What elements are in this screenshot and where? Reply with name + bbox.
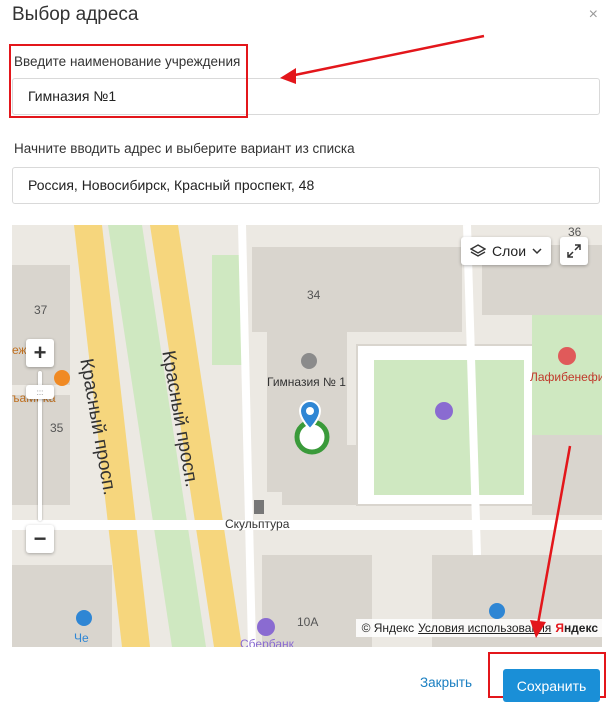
layers-icon (469, 244, 486, 257)
map[interactable]: Красный просп. Красный просп. 34 37 35 1… (12, 225, 602, 647)
expand-icon (567, 244, 581, 258)
address-input[interactable]: Россия, Новосибирск, Красный проспект, 4… (12, 167, 600, 204)
institution-label: Введите наименование учреждения (14, 54, 241, 69)
poi-cafe-label[interactable]: Лафибенефи (530, 370, 602, 384)
hospital-icon[interactable] (558, 347, 576, 365)
shopping-bag-icon[interactable] (489, 603, 505, 619)
shopping-bag-icon[interactable] (76, 610, 92, 626)
building-number: 35 (50, 421, 64, 435)
close-button[interactable]: Закрыть (420, 675, 472, 690)
layers-button[interactable]: Слои (461, 237, 551, 265)
building-number: 37 (34, 303, 48, 317)
poi-sberbank-label[interactable]: Сбербанк (240, 637, 294, 647)
zoom-slider-handle[interactable]: ::: (26, 385, 54, 399)
building-number: 34 (307, 288, 321, 302)
dialog-title: Выбор адреса (12, 4, 139, 25)
institution-input[interactable]: Гимназия №1 (12, 78, 600, 115)
poi-sculpture-label[interactable]: Скульптура (225, 517, 289, 531)
food-icon[interactable] (54, 370, 70, 386)
zoom-out-button[interactable]: − (26, 525, 54, 553)
poi-left-top-label[interactable]: еж (12, 343, 27, 357)
close-icon[interactable]: × (589, 6, 598, 24)
layers-label: Слои (491, 243, 527, 259)
poi-gymnasium-label[interactable]: Гимназия № 1 (267, 375, 346, 389)
terms-link[interactable]: Условия использования (418, 621, 551, 635)
zoom-in-button[interactable]: + (26, 339, 54, 367)
trophy-icon[interactable] (435, 402, 453, 420)
bank-icon[interactable] (257, 618, 275, 636)
address-label: Начните вводить адрес и выберите вариант… (14, 141, 355, 156)
yandex-logo: Яндекс (555, 621, 598, 635)
attribution-copyright: © Яндекс (361, 621, 415, 635)
school-icon[interactable] (301, 353, 317, 369)
chevron-down-icon (532, 247, 542, 254)
fullscreen-button[interactable] (560, 237, 588, 265)
sculpture-icon[interactable] (254, 500, 264, 514)
save-button[interactable]: Сохранить (503, 669, 600, 702)
building-number: 10А (297, 615, 319, 629)
location-pin-icon[interactable] (288, 397, 334, 457)
map-attribution: © Яндекс Условия использования Яндекс (355, 619, 602, 637)
poi-che-label[interactable]: Че (74, 631, 89, 645)
